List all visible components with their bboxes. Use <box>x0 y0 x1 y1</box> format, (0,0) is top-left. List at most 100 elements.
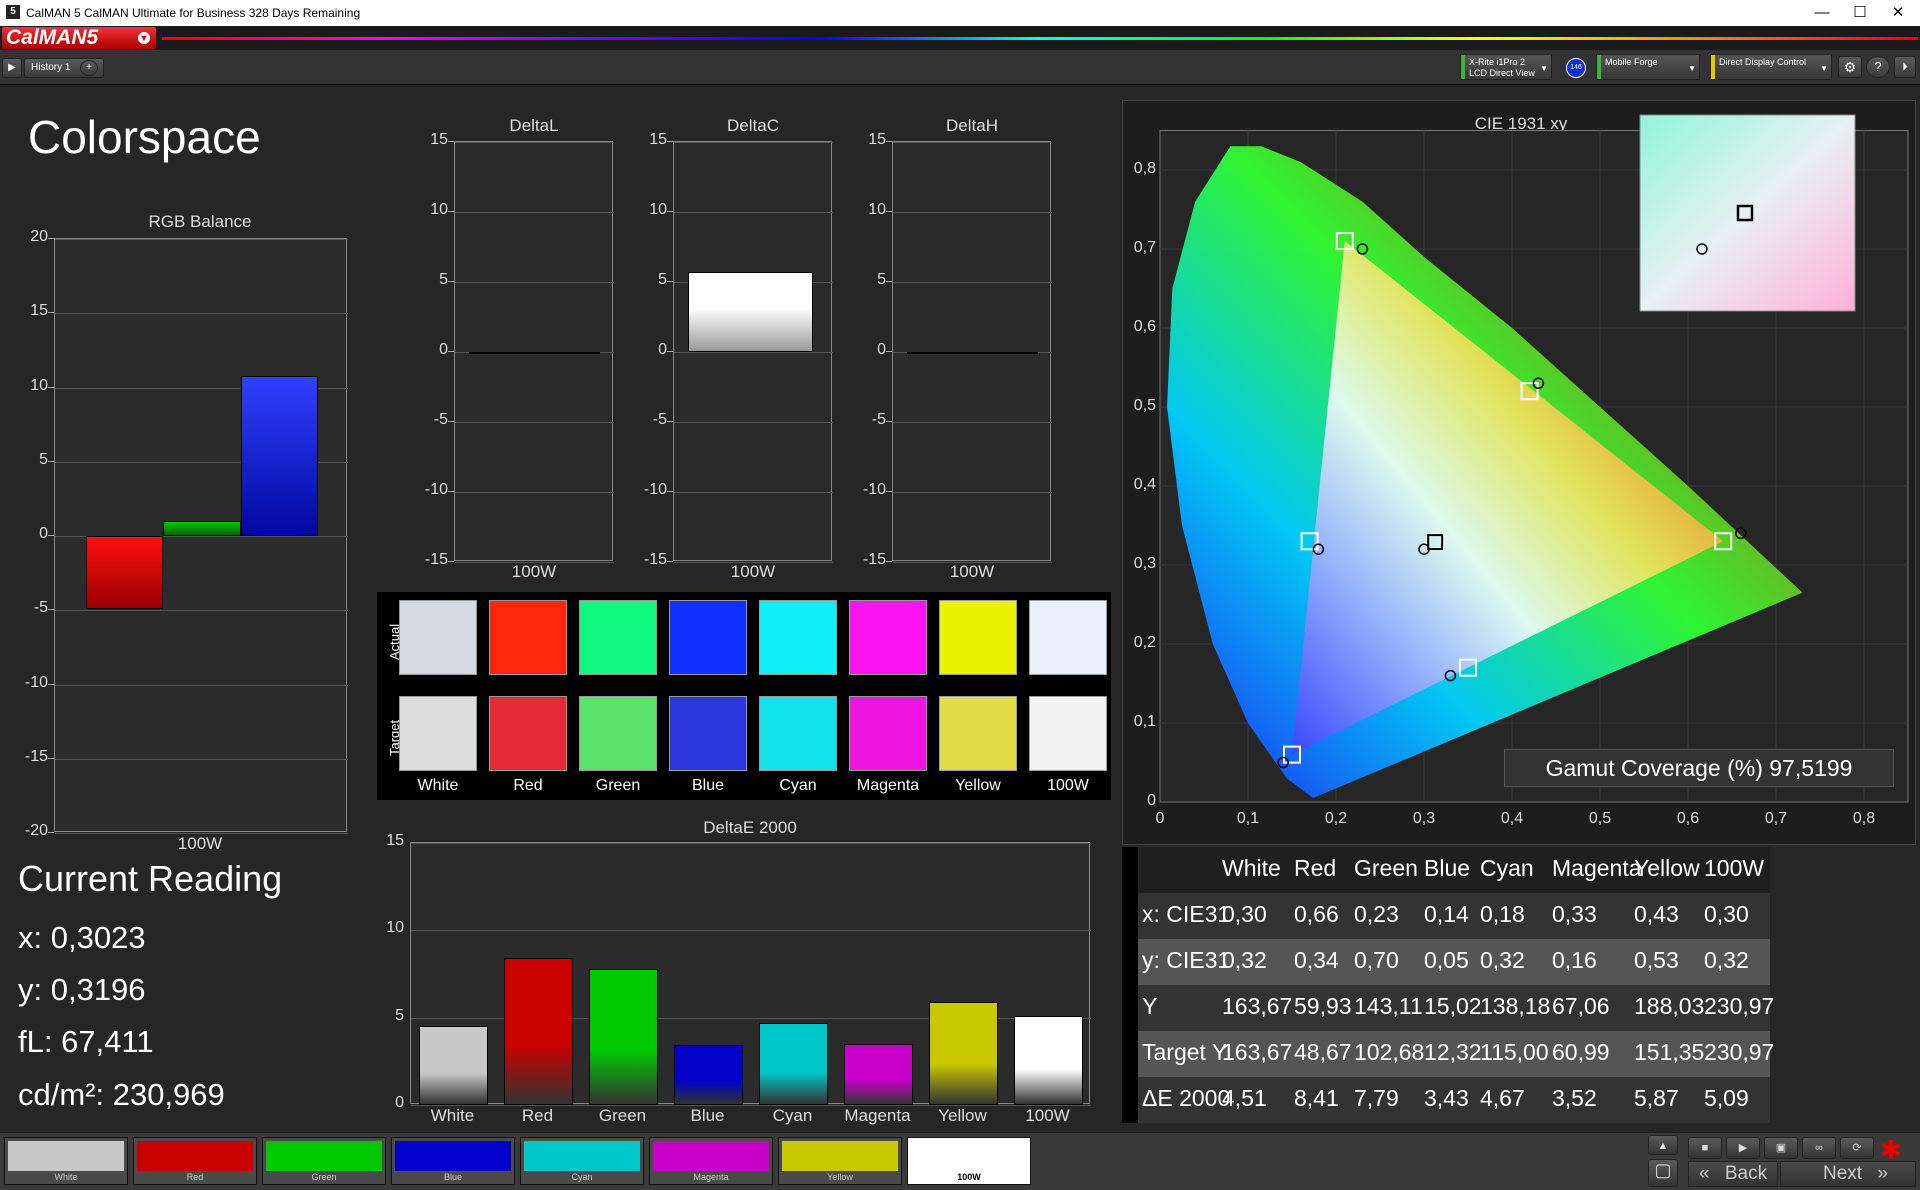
color-tab-green[interactable]: Green <box>262 1137 386 1185</box>
x-tick-label: Yellow <box>938 1106 987 1125</box>
next-label: Next <box>1823 1163 1863 1184</box>
play-icon[interactable]: ▶ <box>1726 1137 1760 1159</box>
color-tab-white[interactable]: White <box>4 1137 128 1185</box>
gridline <box>455 492 614 493</box>
x-tick-label: Magenta <box>844 1106 911 1125</box>
gridline <box>893 422 1052 423</box>
minimize-button[interactable]: — <box>1802 2 1842 24</box>
x-tick-label: 0,5 <box>1588 810 1612 827</box>
y-tick-mark <box>48 312 54 314</box>
deltaC-xlabel: 100W <box>730 562 776 581</box>
swatch-label: Yellow <box>955 777 1001 794</box>
y-tick-mark <box>48 535 54 536</box>
y-tick-label: -10 <box>424 481 448 498</box>
table-header-cell: Cyan <box>1480 855 1534 881</box>
gridline <box>411 843 1091 844</box>
source-device-label: Mobile Forge <box>1605 57 1658 67</box>
table-cell: 163,67 <box>1222 1039 1293 1065</box>
record-icon[interactable]: ■ <box>1688 1137 1722 1159</box>
tab-color-fill <box>266 1141 382 1171</box>
gridline <box>55 313 348 315</box>
y-tick-label: 0 <box>439 341 448 358</box>
table-cell: 4,67 <box>1480 1085 1525 1111</box>
table-cell: 12,32 <box>1424 1039 1482 1065</box>
white-point-inset <box>1639 114 1856 312</box>
x-tick-label: Red <box>521 1106 554 1125</box>
deltaH-title: DeltaH <box>946 116 998 135</box>
app-logo-icon: 5 <box>6 5 20 19</box>
gridline <box>455 422 614 423</box>
row-marker <box>1122 1031 1138 1077</box>
color-tab-cyan[interactable]: Cyan <box>520 1137 644 1185</box>
stop-icon[interactable]: ▲ <box>1648 1135 1678 1155</box>
badge-icon[interactable]: 146 <box>1566 58 1586 78</box>
gridline <box>674 492 833 493</box>
reading-y: y: 0,3196 <box>18 972 146 1007</box>
swatch-label: Blue <box>691 777 725 794</box>
loop-icon[interactable]: ∞ <box>1802 1137 1836 1159</box>
close-button[interactable]: ✕ <box>1878 2 1918 24</box>
table-header-cell: Yellow <box>1634 855 1700 881</box>
x-tick-label: Blue <box>690 1106 725 1125</box>
actual-swatch <box>579 600 657 675</box>
table-header-cell: Red <box>1294 855 1337 881</box>
maximize-button[interactable]: ☐ <box>1840 2 1880 24</box>
color-tab-red[interactable]: Red <box>133 1137 257 1185</box>
help-icon[interactable]: ? <box>1866 56 1890 78</box>
tab-color-fill <box>395 1141 511 1171</box>
play-icon[interactable]: ▶ <box>2 58 22 78</box>
color-tab-magenta[interactable]: Magenta <box>649 1137 773 1185</box>
gear-icon[interactable]: ⚙ <box>1838 56 1862 78</box>
back-button[interactable]: « Back <box>1688 1161 1778 1187</box>
y-tick-mark <box>448 561 454 562</box>
color-tab-100w[interactable]: 100W <box>907 1137 1031 1185</box>
actual-swatch <box>759 600 837 675</box>
table-header-cell: Blue <box>1424 855 1471 881</box>
square-icon[interactable]: ▢ <box>1648 1159 1678 1187</box>
device-line1: X-Rite i1Pro 2 <box>1469 57 1526 67</box>
table-header-cell: Green <box>1354 855 1418 881</box>
swatch-label: Red <box>513 777 543 794</box>
meter-device-select[interactable]: X-Rite i1Pro 2 LCD Direct View ▼ <box>1460 54 1552 80</box>
y-tick-label: 0,7 <box>1133 239 1156 256</box>
chevron-down-icon: ▼ <box>1540 64 1548 73</box>
gridline <box>55 610 348 612</box>
table-cell: 138,18 <box>1480 993 1551 1019</box>
tab-color-fill <box>911 1141 1027 1171</box>
y-tick-label: -15 <box>643 551 667 568</box>
table-cell: 151,35 <box>1634 1039 1705 1065</box>
color-tab-blue[interactable]: Blue <box>391 1137 515 1185</box>
row-label: Y <box>1142 993 1158 1019</box>
table-row: Y 163,67 59,93 143,11 15,02 138,18 67,06 188,03… <box>1122 985 1774 1031</box>
target-swatch <box>849 696 927 771</box>
y-tick-mark <box>667 491 673 492</box>
next-button[interactable]: Next » <box>1780 1161 1916 1187</box>
tab-color-fill <box>137 1141 253 1171</box>
tab-color-fill <box>782 1141 898 1171</box>
source-device-select[interactable]: Mobile Forge ▼ <box>1596 54 1700 80</box>
add-tab-button[interactable]: + <box>80 60 98 76</box>
y-tick-label: 15 <box>30 302 48 320</box>
target-swatch <box>669 696 747 771</box>
tab-label: Green <box>311 1172 337 1182</box>
display-control-select[interactable]: Direct Display Control ▼ <box>1710 54 1832 80</box>
y-tick-mark <box>48 460 54 462</box>
next-arrow-icon: » <box>1877 1163 1888 1184</box>
device-line2: LCD Direct View <box>1469 68 1535 78</box>
brand-menu-button[interactable]: CalMAN5 ▼ <box>2 27 156 49</box>
y-tick-label: 0,3 <box>1133 555 1156 572</box>
table-cell: 230,97 <box>1704 993 1775 1019</box>
y-tick-label: 5 <box>877 271 886 288</box>
actual-swatch <box>939 600 1017 675</box>
y-tick-mark <box>886 141 892 142</box>
y-tick-mark <box>886 211 892 212</box>
refresh-icon[interactable]: ⟳ <box>1840 1137 1874 1159</box>
pin-icon[interactable]: ⏵ <box>1894 56 1916 78</box>
table-cell: 188,03 <box>1634 993 1705 1019</box>
table-cell: 143,11 <box>1354 993 1423 1019</box>
table-cell: 59,93 <box>1294 993 1352 1019</box>
deltaL-plot <box>454 141 614 563</box>
save-icon[interactable]: ▣ <box>1764 1137 1798 1159</box>
gamut-coverage-readout: Gamut Coverage (%) 97,5199 <box>1504 749 1894 787</box>
color-tab-yellow[interactable]: Yellow <box>778 1137 902 1185</box>
